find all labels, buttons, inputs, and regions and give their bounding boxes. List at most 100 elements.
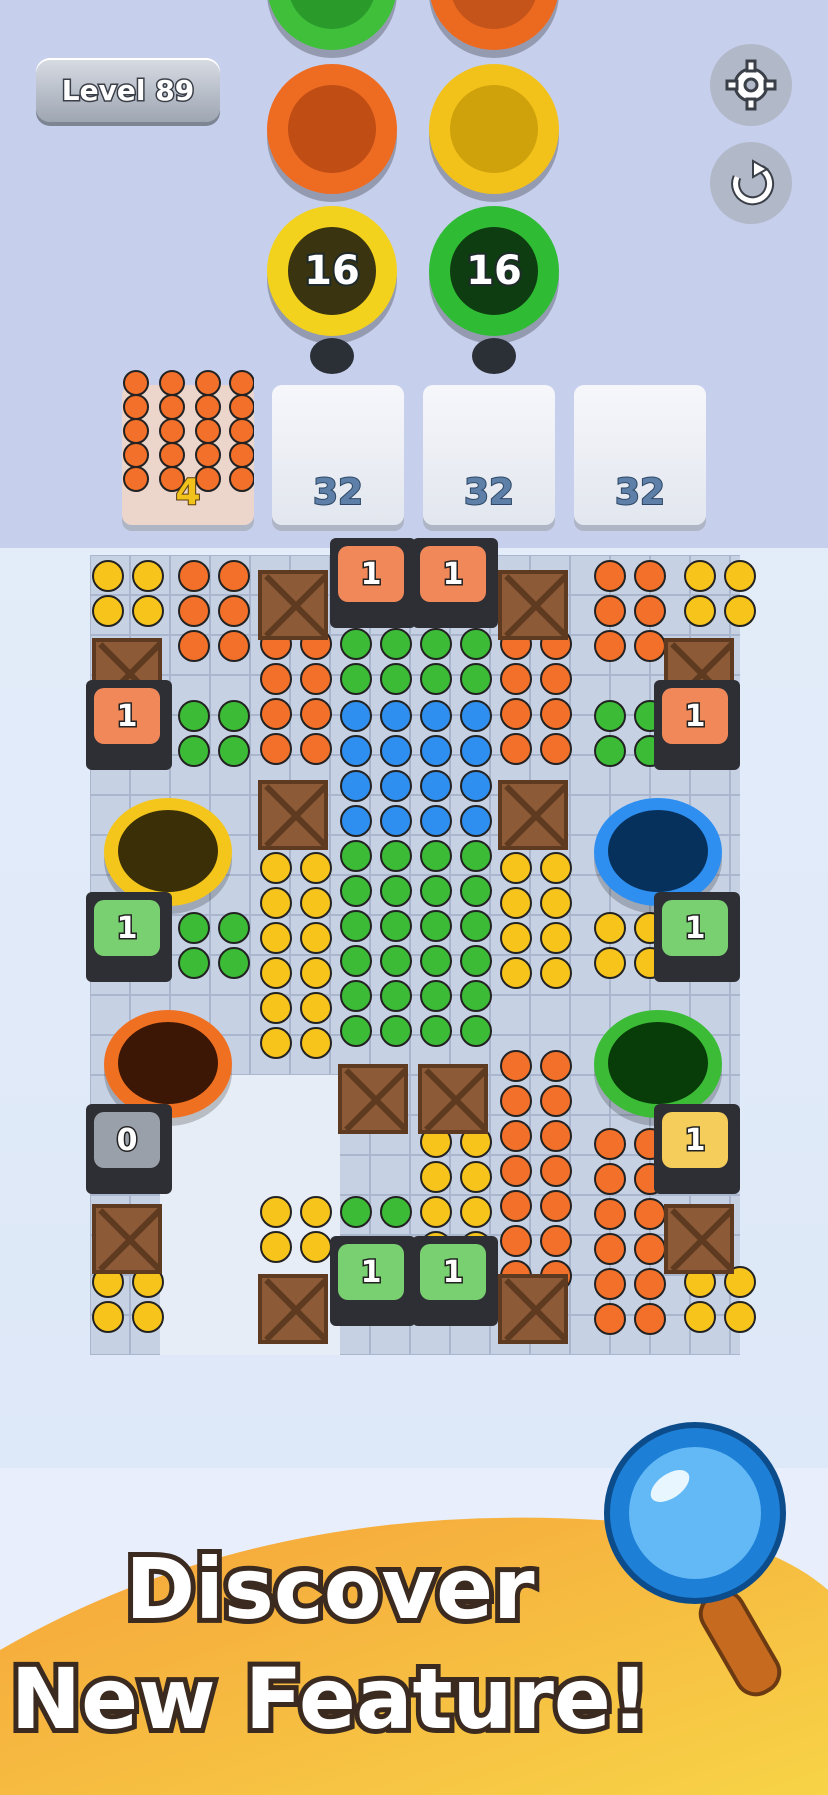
holding-slot-empty: 32 (272, 385, 404, 525)
crowd-person (460, 628, 492, 660)
crowd-person (340, 628, 372, 660)
gate-count: 1 (441, 555, 465, 593)
gate-count: 1 (441, 1253, 465, 1291)
crate (338, 1064, 408, 1134)
crowd-person (380, 805, 412, 837)
crowd-person (260, 733, 292, 765)
holding-slot-empty: 32 (423, 385, 555, 525)
promo-line2: New Feature! (6, 1645, 654, 1753)
crowd-person (500, 698, 532, 730)
queue-disc-yellow (429, 64, 559, 194)
crowd-person (634, 1198, 666, 1230)
gate-orange: 1 (654, 680, 740, 770)
drop-hole (472, 338, 516, 374)
gate-count: 1 (115, 909, 139, 947)
crowd-person (218, 560, 250, 592)
crowd-person (300, 1231, 332, 1263)
crowd-person (594, 1163, 626, 1195)
crowd-person (684, 560, 716, 592)
gate-green: 1 (654, 892, 740, 982)
settings-button[interactable] (710, 44, 792, 126)
crate (418, 1064, 488, 1134)
crowd-person (380, 910, 412, 942)
crowd-person (260, 698, 292, 730)
gate-orange: 1 (86, 680, 172, 770)
crowd-person (540, 957, 572, 989)
crowd-person (460, 1161, 492, 1193)
crate (498, 780, 568, 850)
crowd-person (460, 770, 492, 802)
crowd-person (500, 1120, 532, 1152)
disc-count: 16 (464, 246, 524, 296)
crowd-person (218, 630, 250, 662)
crowd-person (300, 1027, 332, 1059)
slot-capacity: 32 (463, 471, 515, 514)
crowd-person (420, 1196, 452, 1228)
crowd-person (380, 875, 412, 907)
crowd-person (340, 770, 372, 802)
gate-orange: 1 (330, 538, 416, 628)
crate (498, 570, 568, 640)
gate-orange: 1 (412, 538, 498, 628)
crowd-person (218, 700, 250, 732)
slot-capacity: 32 (312, 471, 364, 514)
crowd-person (500, 957, 532, 989)
gate-green: 1 (86, 892, 172, 982)
crowd-person (594, 1128, 626, 1160)
crowd-person (420, 1161, 452, 1193)
crowd-person (540, 1225, 572, 1257)
gear-icon (725, 59, 777, 111)
crowd-person (340, 735, 372, 767)
level-label: Level 89 (60, 72, 195, 108)
slot-count: 4 (174, 471, 201, 514)
holding-slot-empty: 32 (574, 385, 706, 525)
crowd-person (92, 1301, 124, 1333)
crowd-person (684, 595, 716, 627)
crowd-person (540, 1155, 572, 1187)
green-exit-hole (594, 1010, 722, 1118)
gate-count: 1 (683, 909, 707, 947)
crowd-person (340, 980, 372, 1012)
crowd-person (540, 1120, 572, 1152)
holding-slot-filled: 4 (122, 370, 254, 525)
crowd-person (460, 840, 492, 872)
crowd-person (594, 1198, 626, 1230)
crowd-person (634, 595, 666, 627)
crowd-person (340, 840, 372, 872)
crowd-person (340, 875, 372, 907)
crowd-person (724, 1301, 756, 1333)
crowd-person (540, 887, 572, 919)
crowd-person (380, 628, 412, 660)
crowd-person (634, 1268, 666, 1300)
crowd-person (380, 1015, 412, 1047)
restart-button[interactable] (710, 142, 792, 224)
gate-count: 0 (115, 1121, 139, 1159)
crowd-person (260, 992, 292, 1024)
crowd-person (594, 1268, 626, 1300)
crowd-person (634, 630, 666, 662)
crowd-person (594, 1233, 626, 1265)
queue-disc-green-active[interactable]: 16 (429, 206, 559, 336)
crowd-person (540, 852, 572, 884)
crowd-person (178, 735, 210, 767)
crowd-person (92, 560, 124, 592)
crowd-person (340, 805, 372, 837)
crowd-person (178, 912, 210, 944)
crowd-person (500, 663, 532, 695)
crowd-person (634, 1233, 666, 1265)
crate (258, 780, 328, 850)
promo-banner: Discover New Feature! (0, 1422, 828, 1795)
crowd-person (178, 700, 210, 732)
crowd-person (260, 852, 292, 884)
queue-disc-yellow-active[interactable]: 16 (267, 206, 397, 336)
crowd-person (380, 770, 412, 802)
crowd-person (132, 1301, 164, 1333)
crowd-person (594, 1303, 626, 1335)
crate (664, 1204, 734, 1274)
crowd-person (380, 980, 412, 1012)
crowd-person (634, 560, 666, 592)
crowd-person (300, 887, 332, 919)
slot-capacity: 32 (614, 471, 666, 514)
crowd-person (340, 945, 372, 977)
crowd-person (500, 887, 532, 919)
